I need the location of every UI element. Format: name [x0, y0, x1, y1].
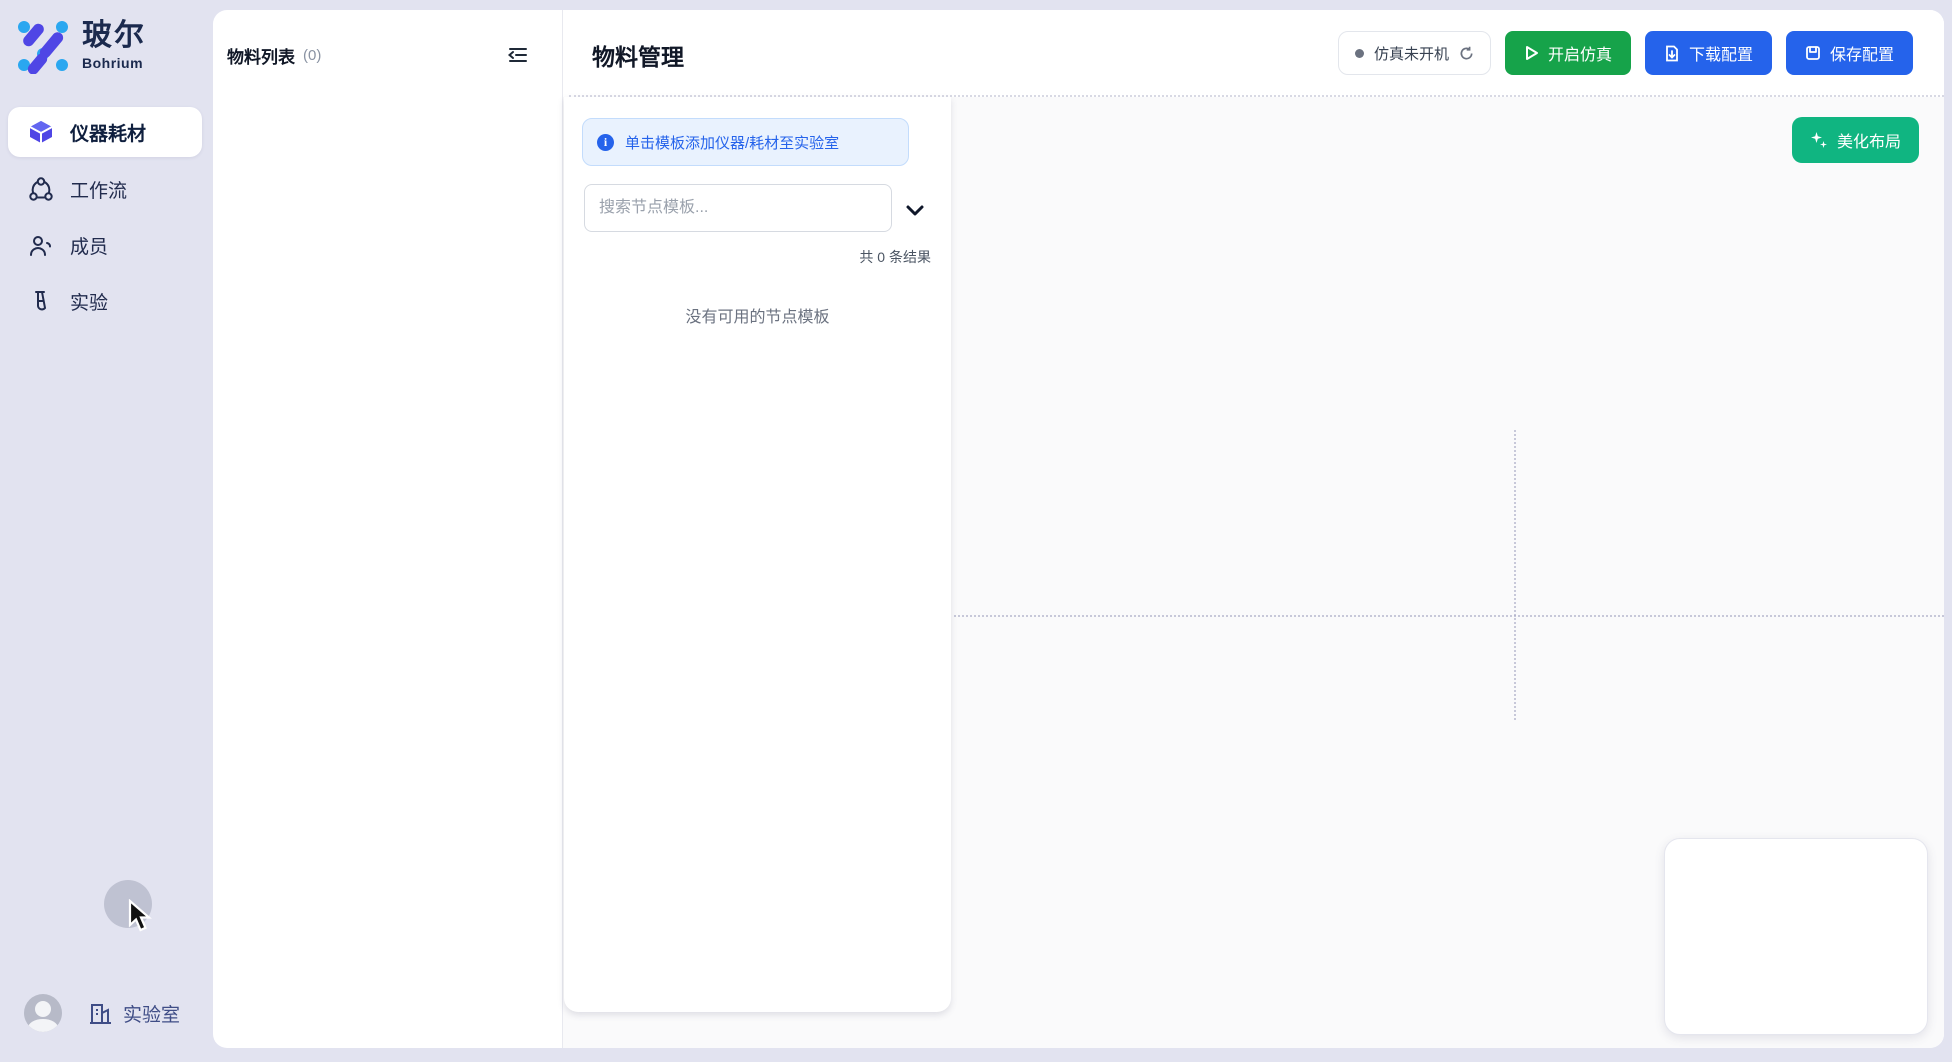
main-header: 物料管理 仿真未开机 开启仿真 下载 — [563, 10, 1944, 97]
sidebar-item-label: 工作流 — [70, 176, 127, 203]
play-icon — [1524, 45, 1539, 61]
chevron-down-icon[interactable] — [904, 199, 926, 221]
beautify-layout-button[interactable]: 美化布局 — [1792, 117, 1919, 163]
empty-templates-text: 没有可用的节点模板 — [564, 303, 951, 327]
layout-canvas[interactable]: i 单击模板添加仪器/耗材至实验室 共 0 条结果 没有可用的节点模板 美化布局 — [563, 97, 1944, 1048]
building-icon — [88, 1001, 113, 1027]
save-icon — [1805, 45, 1821, 61]
template-search-input[interactable] — [584, 184, 892, 232]
sidebar-item-instruments[interactable]: 仪器耗材 — [8, 107, 202, 157]
sidebar-item-label: 仪器耗材 — [70, 119, 146, 146]
material-list-title: 物料列表 — [227, 43, 295, 68]
lab-switcher[interactable]: 实验室 — [88, 1000, 180, 1027]
status-label: 仿真未开机 — [1374, 43, 1449, 64]
brand-name-en: Bohrium — [82, 55, 146, 71]
minimap-panel[interactable] — [1664, 838, 1928, 1035]
save-config-button[interactable]: 保存配置 — [1786, 31, 1913, 75]
material-list-panel: 物料列表 (0) — [213, 10, 562, 1048]
start-simulation-button[interactable]: 开启仿真 — [1505, 31, 1631, 75]
mouse-cursor — [126, 899, 154, 935]
simulation-status-pill[interactable]: 仿真未开机 — [1338, 31, 1491, 75]
brand-logo: 玻尔 Bohrium — [16, 18, 146, 74]
sidebar-footer: 实验室 — [0, 992, 213, 1034]
sparkles-icon — [1810, 131, 1828, 149]
node-template-panel: i 单击模板添加仪器/耗材至实验室 共 0 条结果 没有可用的节点模板 — [564, 97, 951, 1012]
collapse-panel-icon[interactable] — [506, 43, 530, 67]
canvas-guide-horizontal — [954, 615, 1944, 617]
sidebar-item-workflow[interactable]: 工作流 — [8, 166, 202, 213]
workflow-icon — [28, 177, 54, 203]
bohrium-logo-icon — [16, 18, 70, 74]
sidebar-item-label: 成员 — [70, 232, 108, 259]
results-count: 共 0 条结果 — [859, 247, 931, 267]
brand-name-zh: 玻尔 — [82, 21, 146, 51]
material-list-count: (0) — [303, 47, 321, 64]
header-controls: 仿真未开机 开启仿真 下载配置 — [1338, 31, 1913, 75]
refresh-icon[interactable] — [1459, 46, 1474, 61]
download-config-button[interactable]: 下载配置 — [1645, 31, 1772, 75]
template-hint-text: 单击模板添加仪器/耗材至实验室 — [625, 132, 839, 153]
sidebar-item-label: 实验 — [70, 288, 108, 315]
cube-icon — [28, 119, 54, 145]
members-icon — [28, 233, 54, 259]
sidebar-item-experiment[interactable]: 实验 — [8, 278, 202, 325]
experiment-icon — [28, 289, 54, 315]
page-title: 物料管理 — [592, 38, 684, 72]
info-icon: i — [597, 134, 614, 151]
app-window: 物料列表 (0) 物料管理 仿真未开机 — [213, 10, 1944, 1048]
canvas-guide-vertical — [1514, 430, 1516, 720]
lab-label: 实验室 — [123, 1000, 180, 1027]
status-dot-icon — [1355, 49, 1364, 58]
sidebar-menu: 仪器耗材 工作流 成员 — [8, 107, 202, 325]
template-hint-banner: i 单击模板添加仪器/耗材至实验室 — [582, 118, 909, 166]
avatar[interactable] — [24, 994, 62, 1032]
sidebar-item-members[interactable]: 成员 — [8, 222, 202, 269]
file-download-icon — [1664, 45, 1680, 62]
